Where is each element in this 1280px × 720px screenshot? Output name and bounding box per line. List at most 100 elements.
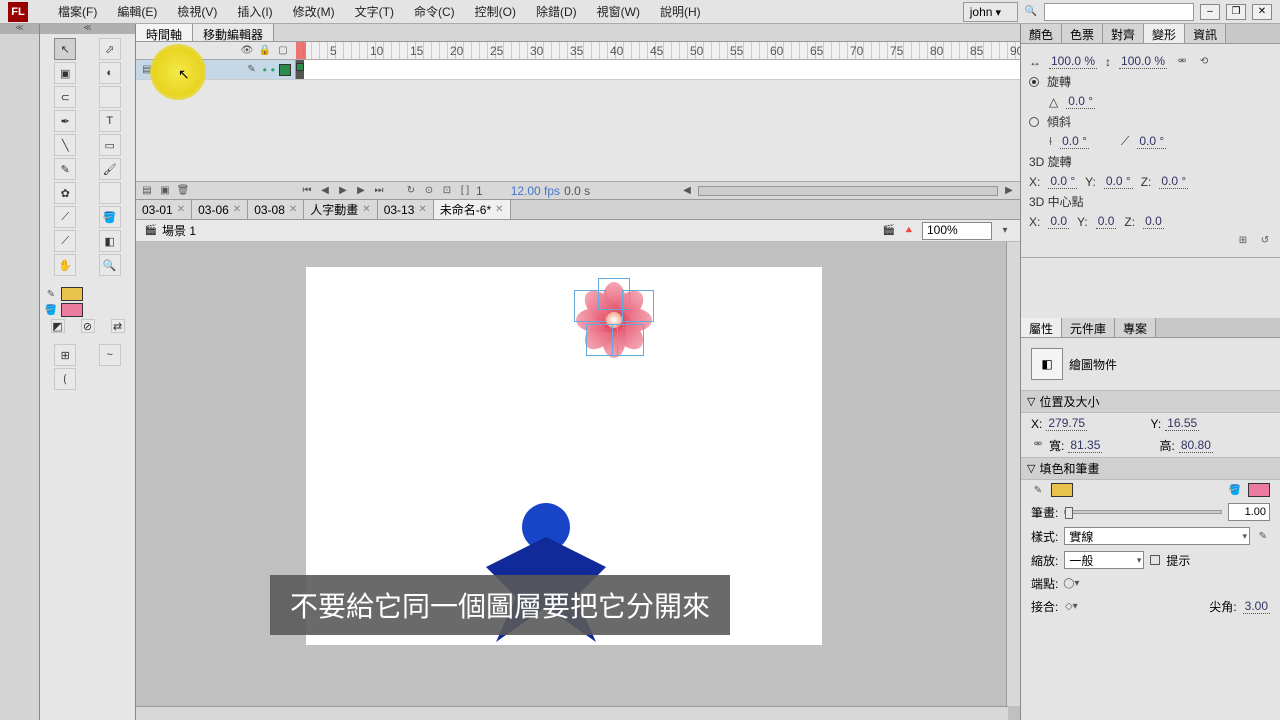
close-tab-icon[interactable]: ✕ — [233, 204, 241, 215]
paint-bucket-tool[interactable]: 🪣 — [99, 206, 121, 228]
outline-icon[interactable]: ▢ — [276, 44, 290, 58]
doc-tab[interactable]: 03-13✕ — [378, 200, 434, 219]
swap-colors-button[interactable]: ⇄ — [111, 319, 125, 333]
3d-rot-y[interactable]: 0.0 ° — [1104, 174, 1133, 189]
pen-tool[interactable]: ✒ — [54, 110, 76, 132]
fill-stroke-header[interactable]: ▽ 填色和筆畫 — [1021, 457, 1280, 480]
rotate-radio[interactable] — [1029, 77, 1039, 87]
restore-button[interactable]: ❐ — [1226, 4, 1246, 20]
brush-tool[interactable]: 🖌 — [99, 158, 121, 180]
3d-rot-x[interactable]: 0.0 ° — [1048, 174, 1077, 189]
playhead[interactable] — [296, 42, 306, 59]
panel-tab[interactable]: 屬性 — [1021, 318, 1062, 337]
stroke-color-swatch[interactable] — [61, 287, 83, 301]
eyedropper-tool[interactable]: ⟋ — [54, 230, 76, 252]
bone-tool[interactable]: ⟋ — [54, 206, 76, 228]
eraser-tool[interactable]: ◧ — [99, 230, 121, 252]
menu-item[interactable]: 除錯(D) — [526, 3, 587, 20]
search-input[interactable] — [1044, 3, 1194, 21]
prop-x[interactable]: 279.75 — [1046, 416, 1087, 431]
rectangle-tool[interactable]: ▭ — [99, 134, 121, 156]
visibility-icon[interactable]: 👁 — [240, 44, 254, 58]
panel-tab[interactable]: 變形 — [1144, 24, 1185, 43]
doc-tab[interactable]: 人字動畫✕ — [304, 200, 377, 219]
prop-fill-swatch[interactable] — [1248, 483, 1270, 497]
subselection-tool[interactable]: ⬀ — [99, 38, 121, 60]
lock-aspect-icon[interactable]: ⚮ — [1031, 437, 1045, 451]
prop-y[interactable]: 16.55 — [1165, 416, 1199, 431]
fps-label[interactable]: 12.00 fps — [511, 184, 560, 198]
goto-first-button[interactable]: ⏮ — [300, 184, 314, 198]
tab-timeline[interactable]: 時間軸 — [136, 24, 193, 41]
close-button[interactable]: ✕ — [1252, 4, 1272, 20]
menu-item[interactable]: 檔案(F) — [48, 3, 107, 20]
free-transform-tool[interactable]: ▣ — [54, 62, 76, 84]
position-size-header[interactable]: ▽ 位置及大小 — [1021, 390, 1280, 413]
doc-tab[interactable]: 03-08✕ — [248, 200, 304, 219]
edit-style-button[interactable]: ✎ — [1256, 529, 1270, 543]
panel-tab[interactable]: 資訊 — [1185, 24, 1226, 43]
flower-drawing-object[interactable] — [576, 282, 652, 358]
snap-tool[interactable]: ⊞ — [54, 344, 76, 366]
height-percent[interactable]: 100.0 % — [1119, 54, 1167, 69]
close-tab-icon[interactable]: ✕ — [418, 204, 426, 215]
new-folder-button[interactable]: ▣ — [158, 184, 172, 198]
close-tab-icon[interactable]: ✕ — [495, 204, 503, 215]
zoom-dropdown[interactable]: ▾ — [998, 224, 1012, 238]
edit-scene-button[interactable]: 🎬 — [882, 224, 896, 238]
no-color-button[interactable]: ⊘ — [81, 319, 95, 333]
frames-track[interactable] — [296, 60, 1020, 79]
keyframe[interactable] — [296, 63, 304, 71]
menu-item[interactable]: 修改(M) — [283, 3, 345, 20]
hand-tool[interactable]: ✋ — [54, 254, 76, 276]
width-percent[interactable]: 100.0 % — [1049, 54, 1097, 69]
menu-item[interactable]: 控制(O) — [465, 3, 526, 20]
panel-tab[interactable]: 元件庫 — [1062, 318, 1115, 337]
skew-h[interactable]: 0.0 ° — [1060, 134, 1089, 149]
tab-motion-editor[interactable]: 移動編輯器 — [193, 24, 274, 41]
panel-tab[interactable]: 色票 — [1062, 24, 1103, 43]
loop-button[interactable]: ↻ — [404, 184, 418, 198]
menu-item[interactable]: 視窗(W) — [587, 3, 650, 20]
doc-tab[interactable]: 未命名-6*✕ — [434, 200, 511, 219]
prop-h[interactable]: 80.80 — [1179, 438, 1213, 453]
onion-skin-button[interactable]: ⊙ — [422, 184, 436, 198]
menu-item[interactable]: 說明(H) — [650, 3, 711, 20]
style-dropdown[interactable]: 實線 — [1064, 527, 1250, 545]
zoom-tool[interactable]: 🔍 — [99, 254, 121, 276]
text-tool[interactable]: T — [99, 110, 121, 132]
panel-tab[interactable]: 顏色 — [1021, 24, 1062, 43]
miter-value[interactable]: 3.00 — [1243, 599, 1270, 614]
onion-range-button[interactable]: [ ] — [458, 184, 472, 198]
menu-item[interactable]: 命令(C) — [404, 3, 465, 20]
step-back-button[interactable]: ◀ — [318, 184, 332, 198]
tools-collapse[interactable]: ≪ — [40, 24, 135, 34]
collapse-handle[interactable]: ≪ — [0, 24, 39, 34]
minimize-button[interactable]: – — [1200, 4, 1220, 20]
3d-cz[interactable]: 0.0 — [1143, 214, 1164, 229]
straighten-tool[interactable]: ⟮ — [54, 368, 76, 390]
skew-radio[interactable] — [1029, 117, 1039, 127]
3d-rotation-tool[interactable]: ◐ — [99, 62, 121, 84]
join-dropdown[interactable]: ◇▾ — [1064, 600, 1078, 614]
new-layer-button[interactable]: ▤ — [140, 184, 154, 198]
goto-last-button[interactable]: ⏭ — [372, 184, 386, 198]
layer-row-1[interactable]: ↖ ▤ 圖層 1 ✎ •• — [136, 60, 296, 79]
step-fwd-button[interactable]: ▶ — [354, 184, 368, 198]
black-white-button[interactable]: ◩ — [51, 319, 65, 333]
layer-pencil-icon[interactable]: ✎ — [245, 63, 259, 77]
rotate-value[interactable]: 0.0 ° — [1066, 94, 1095, 109]
3d-cx[interactable]: 0.0 — [1048, 214, 1069, 229]
edit-symbol-button[interactable]: 🔺 — [902, 224, 916, 238]
fill-color-swatch[interactable] — [61, 303, 83, 317]
3d-cy[interactable]: 0.0 — [1096, 214, 1117, 229]
stroke-value-input[interactable] — [1228, 503, 1270, 521]
prop-stroke-swatch[interactable] — [1051, 483, 1073, 497]
close-tab-icon[interactable]: ✕ — [289, 204, 297, 215]
selection-tool[interactable]: ↖ — [54, 38, 76, 60]
scene-name[interactable]: 場景 1 — [162, 222, 196, 239]
stage-area[interactable] — [136, 242, 1020, 720]
vertical-scrollbar[interactable] — [1006, 242, 1020, 706]
panel-tab[interactable]: 對齊 — [1103, 24, 1144, 43]
constrain-icon[interactable]: ⚮ — [1175, 55, 1189, 69]
